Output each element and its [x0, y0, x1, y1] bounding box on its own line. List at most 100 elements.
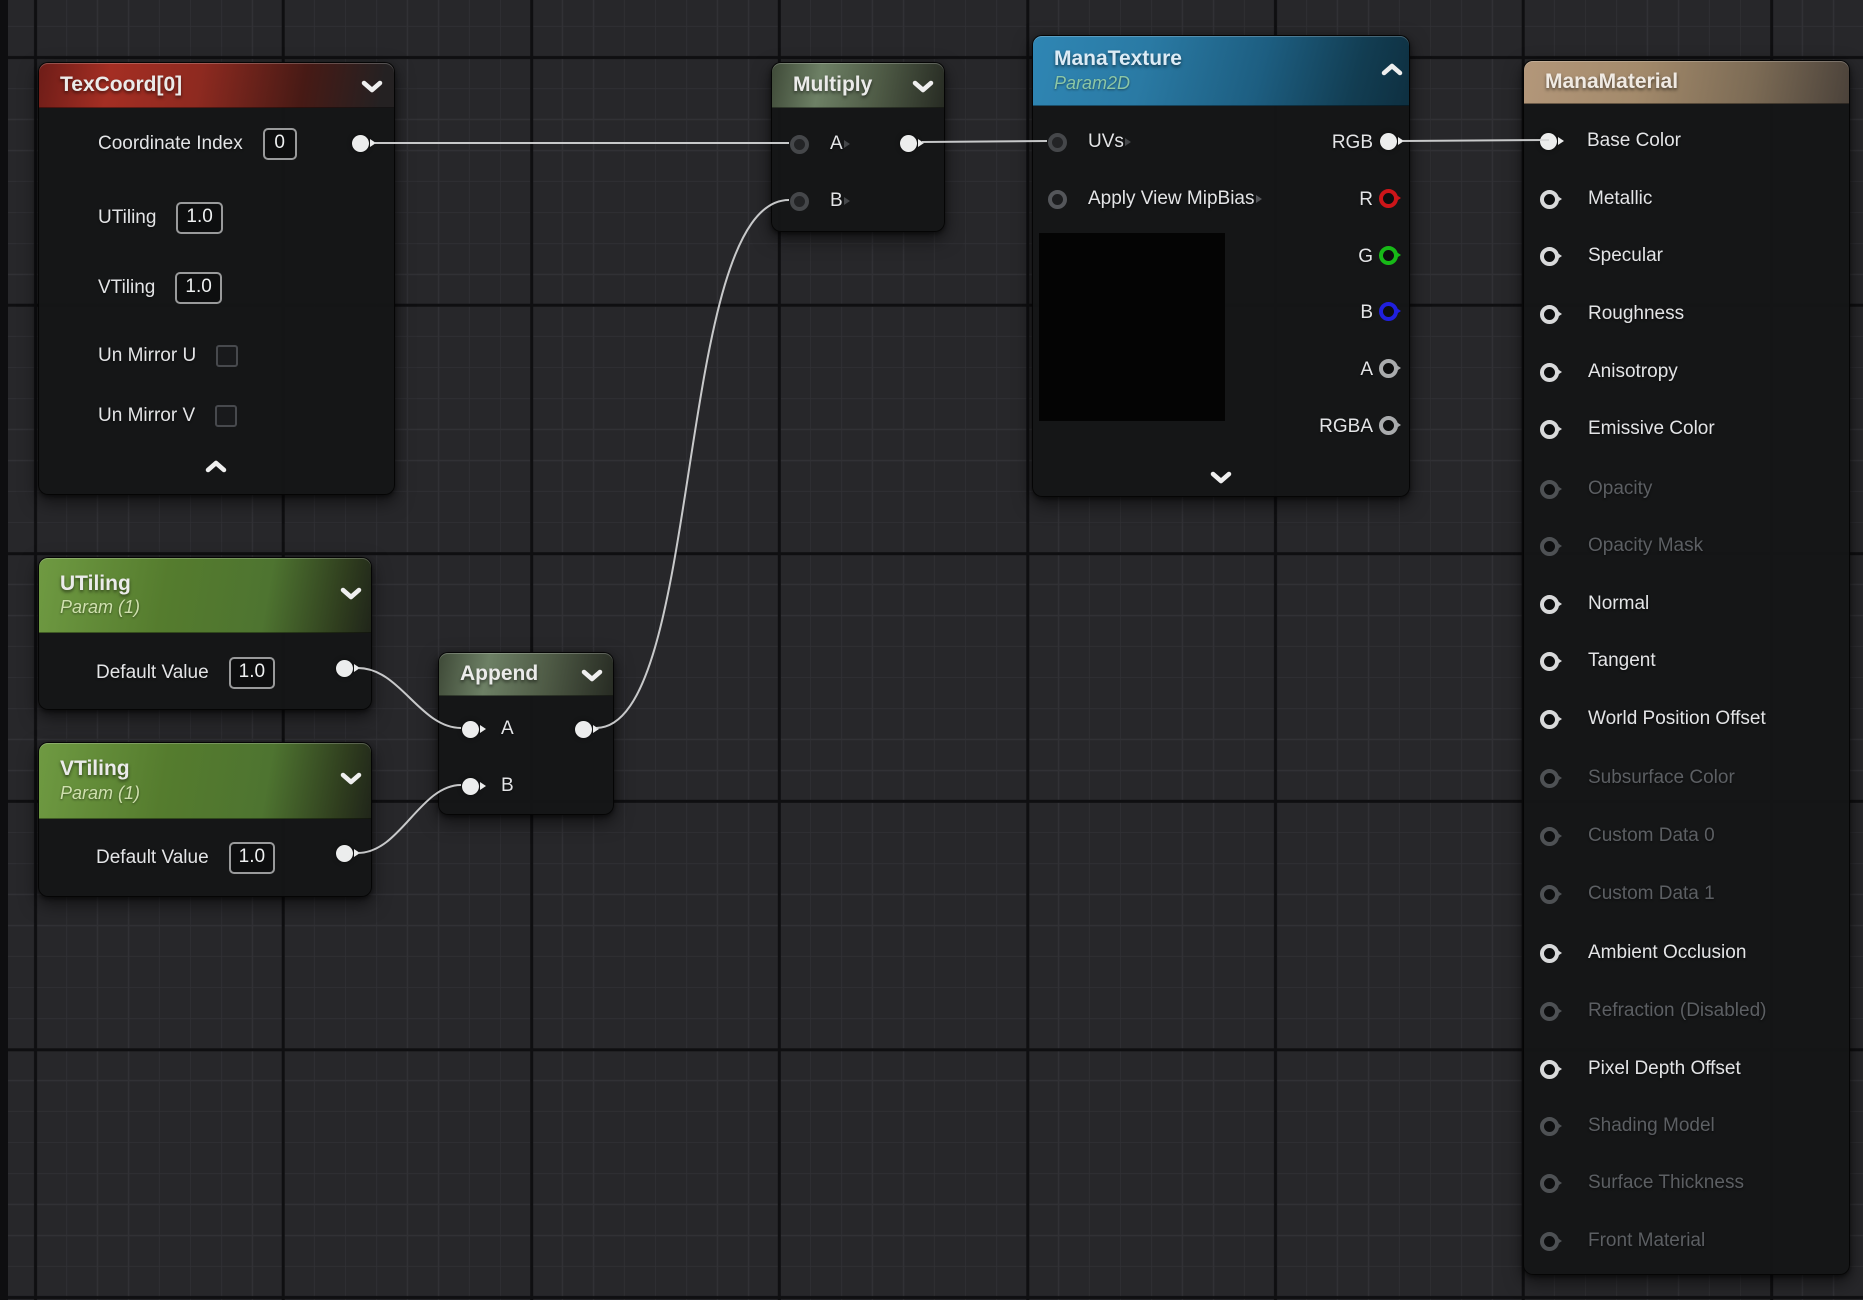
material-graph-canvas[interactable]: TexCoord[0] Coordinate Index 0 UTiling 1…: [0, 0, 1863, 1300]
r-output-pin[interactable]: [1379, 189, 1398, 208]
base-color-label: Base Color: [1587, 130, 1681, 152]
collapse-chevron-down-icon[interactable]: [340, 771, 362, 786]
shading-model-input-pin[interactable]: [1540, 1117, 1559, 1136]
collapse-chevron-down-icon[interactable]: [912, 79, 934, 94]
opacity-label: Opacity: [1588, 478, 1652, 500]
node-manamaterial-header[interactable]: ManaMaterial: [1524, 61, 1849, 104]
append-input-a-pin[interactable]: [462, 721, 479, 738]
node-vtiling-header[interactable]: VTiling Param (1): [39, 743, 371, 819]
node-multiply[interactable]: Multiply A B: [771, 62, 945, 232]
node-manatexture[interactable]: ManaTexture Param2D UVs Apply View MipBi…: [1032, 35, 1410, 497]
node-texcoord-header[interactable]: TexCoord[0]: [39, 63, 394, 108]
custom-data-0-input-pin[interactable]: [1540, 827, 1559, 846]
multiply-output-pin[interactable]: [900, 135, 917, 152]
node-append[interactable]: Append A B: [438, 652, 614, 815]
custom-data-0-label: Custom Data 0: [1588, 825, 1715, 847]
g-output-pin[interactable]: [1379, 246, 1398, 265]
utiling-output-pin[interactable]: [336, 660, 353, 677]
collapse-chevron-down-icon[interactable]: [340, 586, 362, 601]
ambient-occlusion-input-pin[interactable]: [1540, 944, 1559, 963]
normal-label: Normal: [1588, 593, 1649, 615]
world-position-offset-input-pin[interactable]: [1540, 710, 1559, 729]
specular-input-pin[interactable]: [1540, 247, 1559, 266]
node-subtitle: Param2D: [1054, 73, 1409, 94]
un-mirror-u-label: Un Mirror U: [98, 345, 196, 367]
normal-input-pin[interactable]: [1540, 595, 1559, 614]
emissive-color-input-pin[interactable]: [1540, 420, 1559, 439]
opacity-input-pin[interactable]: [1540, 480, 1559, 499]
custom-data-1-input-pin[interactable]: [1540, 885, 1559, 904]
anisotropy-label: Anisotropy: [1588, 361, 1678, 383]
refraction-input-pin[interactable]: [1540, 1002, 1559, 1021]
ambient-occlusion-label: Ambient Occlusion: [1588, 942, 1746, 964]
front-material-input-pin[interactable]: [1540, 1232, 1559, 1251]
append-input-b-label: B: [501, 775, 514, 797]
node-title: ManaMaterial: [1545, 71, 1849, 94]
surface-thickness-label: Surface Thickness: [1588, 1172, 1744, 1194]
node-utiling-param[interactable]: UTiling Param (1) Default Value 1.0: [38, 557, 372, 710]
node-subtitle: Param (1): [60, 597, 371, 618]
tangent-input-pin[interactable]: [1540, 652, 1559, 671]
roughness-label: Roughness: [1588, 303, 1684, 325]
multiply-input-a-label: A: [830, 133, 843, 155]
uvs-input-pin[interactable]: [1048, 133, 1067, 152]
expand-chevron-down-icon[interactable]: [1210, 470, 1232, 485]
node-title: ManaTexture: [1054, 48, 1409, 71]
roughness-input-pin[interactable]: [1540, 305, 1559, 324]
node-manatexture-header[interactable]: ManaTexture Param2D: [1033, 36, 1409, 106]
expand-chevron-up-icon[interactable]: [205, 459, 227, 474]
default-value-box[interactable]: 1.0: [229, 842, 275, 874]
rgba-output-pin[interactable]: [1379, 416, 1398, 435]
utiling-value[interactable]: 1.0: [176, 202, 222, 234]
b-output-pin[interactable]: [1379, 302, 1398, 321]
custom-data-1-label: Custom Data 1: [1588, 883, 1715, 905]
coordinate-index-value[interactable]: 0: [263, 128, 297, 160]
wire-append-to-multiply-b[interactable]: [596, 200, 789, 728]
rgb-output-label: RGB: [1332, 132, 1373, 154]
vtiling-output-pin[interactable]: [336, 845, 353, 862]
texcoord-output-pin[interactable]: [352, 135, 369, 152]
metallic-label: Metallic: [1588, 188, 1652, 210]
pixel-depth-offset-label: Pixel Depth Offset: [1588, 1058, 1741, 1080]
node-title: UTiling: [60, 573, 371, 596]
a-output-label: A: [1360, 359, 1373, 381]
vtiling-label: VTiling: [98, 277, 155, 299]
utiling-label: UTiling: [98, 207, 156, 229]
apply-view-mipbias-input-pin[interactable]: [1048, 190, 1067, 209]
surface-thickness-input-pin[interactable]: [1540, 1174, 1559, 1193]
node-texcoord[interactable]: TexCoord[0] Coordinate Index 0 UTiling 1…: [38, 62, 395, 495]
default-value-box[interactable]: 1.0: [229, 657, 275, 689]
collapse-chevron-down-icon[interactable]: [581, 668, 603, 683]
subsurface-color-input-pin[interactable]: [1540, 769, 1559, 788]
node-utiling-header[interactable]: UTiling Param (1): [39, 558, 371, 633]
un-mirror-v-checkbox[interactable]: [215, 405, 237, 427]
a-output-pin[interactable]: [1379, 359, 1398, 378]
append-output-pin[interactable]: [575, 721, 592, 738]
default-value-label: Default Value: [96, 847, 209, 869]
rgb-output-pin[interactable]: [1380, 133, 1397, 150]
opacity-mask-input-pin[interactable]: [1540, 537, 1559, 556]
wire-manatexture-rgb-to-basecolor[interactable]: [1402, 140, 1549, 141]
anisotropy-input-pin[interactable]: [1540, 363, 1559, 382]
un-mirror-v-label: Un Mirror V: [98, 405, 195, 427]
multiply-input-a-pin[interactable]: [790, 135, 809, 154]
rgba-output-label: RGBA: [1319, 416, 1373, 438]
g-output-label: G: [1358, 246, 1373, 268]
coordinate-index-label: Coordinate Index: [98, 133, 243, 155]
collapse-chevron-up-icon[interactable]: [1381, 62, 1403, 77]
specular-label: Specular: [1588, 245, 1663, 267]
pixel-depth-offset-input-pin[interactable]: [1540, 1060, 1559, 1079]
node-title: VTiling: [60, 758, 371, 781]
multiply-input-b-pin[interactable]: [790, 192, 809, 211]
append-input-b-pin[interactable]: [462, 778, 479, 795]
wire-multiply-to-manatexture-uvs[interactable]: [922, 141, 1047, 142]
metallic-input-pin[interactable]: [1540, 190, 1559, 209]
shading-model-label: Shading Model: [1588, 1115, 1715, 1137]
world-position-offset-label: World Position Offset: [1588, 708, 1766, 730]
collapse-chevron-down-icon[interactable]: [361, 79, 383, 94]
node-vtiling-param[interactable]: VTiling Param (1) Default Value 1.0: [38, 742, 372, 897]
un-mirror-u-checkbox[interactable]: [216, 345, 238, 367]
vtiling-value[interactable]: 1.0: [175, 272, 221, 304]
front-material-label: Front Material: [1588, 1230, 1705, 1252]
node-manamaterial[interactable]: ManaMaterial Base Color Metallic Specula…: [1523, 60, 1850, 1275]
